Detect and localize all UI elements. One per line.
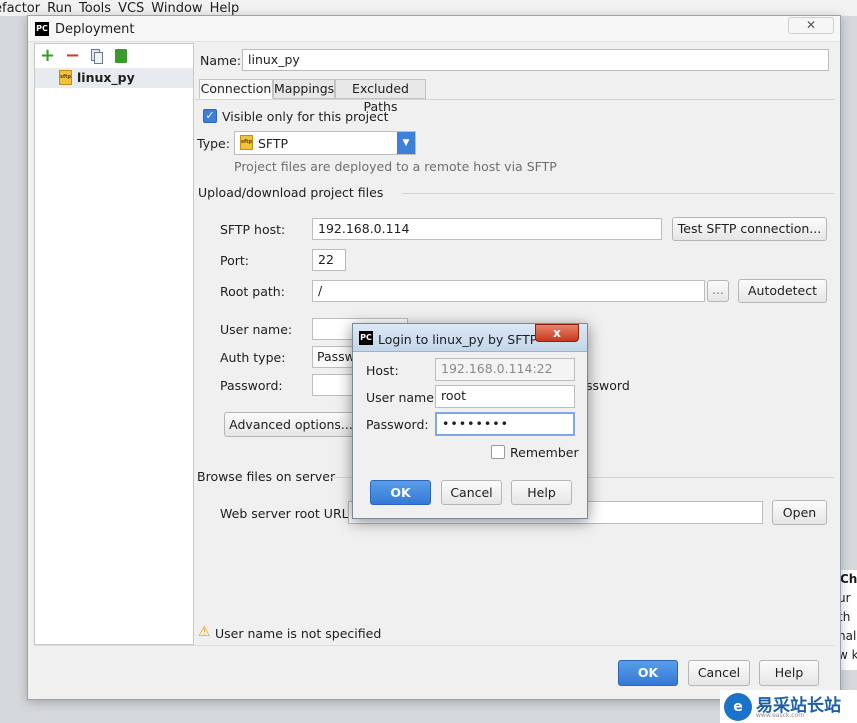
menu-window[interactable]: Window: [151, 1, 202, 16]
open-button[interactable]: Open: [772, 500, 827, 525]
pycharm-logo-icon: PC: [35, 22, 49, 36]
advanced-options-button[interactable]: Advanced options...: [224, 412, 358, 437]
tab-mappings[interactable]: Mappings: [273, 79, 335, 99]
chevron-down-icon[interactable]: ▼: [397, 132, 415, 154]
port-label: Port:: [220, 253, 249, 268]
footer-divider: [34, 645, 834, 646]
login-titlebar: PC Login to linux_py by SFTP x: [353, 324, 587, 352]
remember-label: Remember: [510, 445, 579, 460]
user-name-label: User name:: [220, 322, 293, 337]
menu-bar: efactor Run Tools VCS Window Help: [0, 0, 857, 16]
login-title: Login to linux_py by SFTP: [378, 332, 538, 347]
browse-section-title: Browse files on server: [197, 469, 336, 484]
menu-tools[interactable]: Tools: [79, 1, 111, 16]
dialog-close-button[interactable]: ✕: [788, 17, 834, 34]
ok-button[interactable]: OK: [618, 660, 678, 686]
dialog-title: Deployment: [55, 22, 135, 37]
pycharm-logo-icon: PC: [359, 331, 373, 345]
section-divider: [402, 193, 834, 194]
watermark-logo-icon: e: [724, 693, 752, 721]
login-close-button[interactable]: x: [535, 324, 579, 342]
add-icon[interactable]: +: [40, 47, 55, 65]
login-help-button[interactable]: Help: [511, 480, 572, 505]
tab-connection[interactable]: Connection: [199, 79, 273, 99]
use-as-default-icon[interactable]: [115, 49, 127, 63]
port-input[interactable]: 22: [312, 249, 346, 271]
server-list-panel: + − sftp linux_py: [34, 43, 194, 645]
login-cancel-button[interactable]: Cancel: [441, 480, 502, 505]
login-dialog: PC Login to linux_py by SFTP x Host: 192…: [352, 323, 588, 519]
watermark-subtext: www.easck.com: [756, 712, 805, 719]
sftp-type-icon: sftp: [240, 135, 253, 150]
autodetect-button[interactable]: Autodetect: [738, 279, 827, 303]
visible-only-checkbox[interactable]: ✓: [203, 109, 217, 123]
tab-divider: [195, 99, 835, 100]
host-field: 192.168.0.114:22: [435, 358, 575, 381]
browse-root-path-button[interactable]: ...: [707, 280, 729, 302]
remember-checkbox[interactable]: [491, 445, 505, 459]
copy-icon: [94, 52, 103, 64]
server-list-item[interactable]: sftp linux_py: [35, 68, 193, 88]
root-path-input[interactable]: /: [312, 280, 705, 302]
watermark: e 易采站长站 www.easck.com: [720, 690, 857, 723]
menu-vcs[interactable]: VCS: [118, 1, 144, 16]
menu-help[interactable]: Help: [210, 1, 240, 16]
remove-icon[interactable]: −: [65, 47, 80, 65]
warning-icon: ⚠: [198, 624, 211, 640]
name-label: Name:: [200, 53, 242, 68]
auth-type-label: Auth type:: [220, 350, 286, 365]
cancel-button[interactable]: Cancel: [688, 660, 750, 686]
test-connection-button[interactable]: Test SFTP connection...: [672, 217, 827, 241]
login-ok-button[interactable]: OK: [370, 480, 431, 505]
save-password-label: ssword: [586, 378, 630, 393]
login-user-input[interactable]: root: [435, 385, 575, 408]
login-password-label: Password:: [366, 417, 429, 432]
dialog-titlebar: PC Deployment ✕: [28, 16, 840, 42]
password-label: Password:: [220, 378, 283, 393]
login-user-label: User name:: [366, 390, 439, 405]
menu-refactor[interactable]: efactor: [0, 1, 40, 16]
sftp-server-icon: sftp: [59, 70, 72, 85]
name-input[interactable]: linux_py: [242, 49, 829, 71]
upload-section-title: Upload/download project files: [198, 185, 384, 200]
type-select[interactable]: sftp SFTP ▼: [234, 131, 416, 155]
host-label: Host:: [366, 363, 399, 378]
type-hint: Project files are deployed to a remote h…: [234, 159, 557, 174]
visible-only-label: Visible only for this project: [222, 109, 389, 124]
type-label: Type:: [197, 136, 230, 151]
web-root-label: Web server root URL:: [220, 506, 353, 521]
sftp-host-input[interactable]: 192.168.0.114: [312, 218, 662, 240]
tab-excluded-paths[interactable]: Excluded Paths: [335, 79, 426, 114]
root-path-label: Root path:: [220, 284, 285, 299]
sftp-host-label: SFTP host:: [220, 222, 286, 237]
help-button[interactable]: Help: [759, 660, 819, 686]
menu-run[interactable]: Run: [47, 1, 72, 16]
warning-message: User name is not specified: [215, 626, 382, 641]
type-select-value: SFTP: [258, 136, 289, 151]
server-list-item-label: linux_py: [77, 70, 135, 85]
login-password-input[interactable]: ••••••••: [435, 412, 575, 436]
